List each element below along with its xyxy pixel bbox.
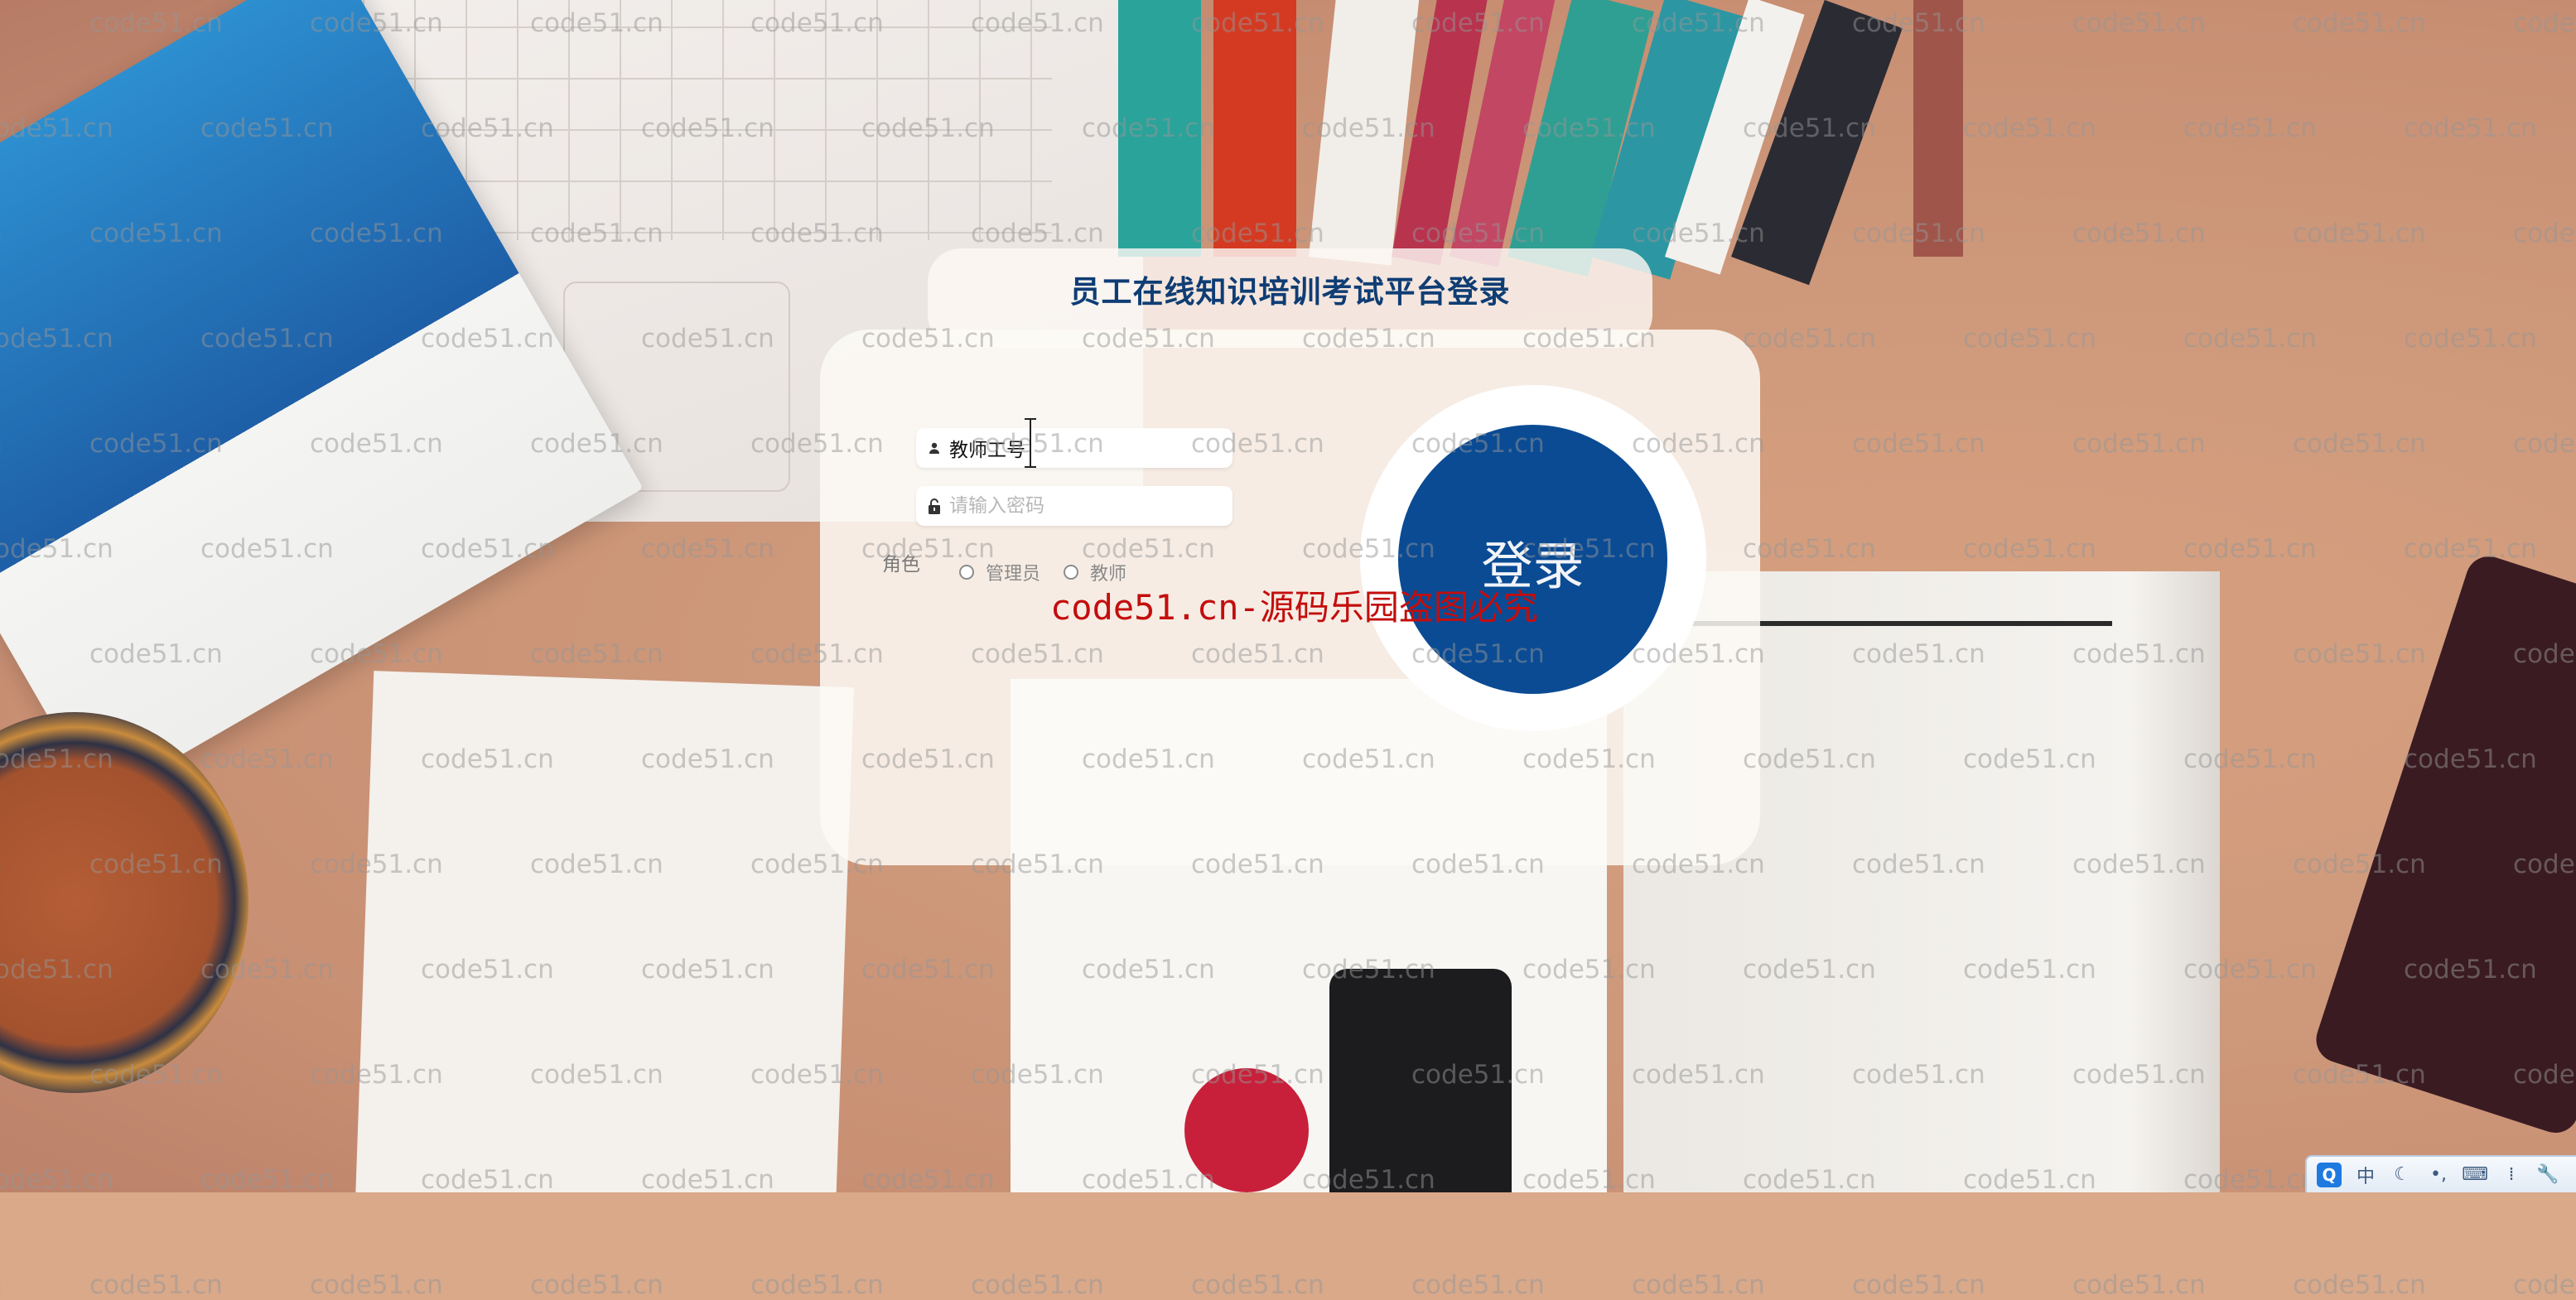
- watermark-text: code51.cn: [1411, 1270, 1545, 1300]
- role-option-label: 管理员: [986, 564, 1041, 585]
- text-cursor-icon: [1025, 418, 1036, 468]
- watermark-text: code51.cn: [2072, 1270, 2206, 1300]
- watermark-text: code51.cn: [0, 1270, 2, 1300]
- role-radio-admin[interactable]: 管理员: [959, 559, 1040, 585]
- voice-icon[interactable]: ⁞: [2499, 1163, 2524, 1187]
- radio-circle[interactable]: [959, 565, 974, 580]
- radio-circle[interactable]: [1064, 565, 1078, 580]
- password-input[interactable]: [949, 495, 1214, 517]
- ime-toolbar: Q 中 ☾ •, ⌨ ⁞ 🔧: [2305, 1155, 2576, 1192]
- copyright-watermark: code51.cn-源码乐园盗图必究: [1050, 587, 1538, 628]
- watermark-text: code51.cn: [530, 1270, 663, 1300]
- notebook-image: [355, 671, 854, 1192]
- watermark-text: code51.cn: [971, 1270, 1104, 1300]
- watermark-text: code51.cn: [1632, 1270, 1765, 1300]
- lock-icon: [919, 498, 949, 514]
- phone-image: [1329, 969, 1512, 1192]
- watermark-text: code51.cn: [1191, 1270, 1324, 1300]
- half-width-moon-icon[interactable]: ☾: [2390, 1163, 2414, 1187]
- user-icon: [919, 441, 949, 455]
- password-field[interactable]: [916, 486, 1233, 526]
- role-label: 角色: [882, 554, 920, 575]
- books-image: [1118, 0, 2178, 286]
- lg-logo-image: [1184, 1068, 1309, 1192]
- username-input[interactable]: [949, 437, 1214, 459]
- page-title: 员工在线知识培训考试平台登录: [1069, 273, 1511, 310]
- watermark-text: code51.cn: [2513, 1270, 2576, 1300]
- watermark-text: code51.cn: [750, 1270, 884, 1300]
- punctuation-icon[interactable]: •,: [2426, 1163, 2451, 1187]
- ime-logo-icon[interactable]: Q: [2317, 1162, 2342, 1187]
- watermark-text: code51.cn: [89, 1270, 223, 1300]
- watermark-text: code51.cn: [310, 1270, 443, 1300]
- watermark-text: code51.cn: [2293, 1270, 2426, 1300]
- settings-wrench-icon[interactable]: 🔧: [2535, 1163, 2560, 1187]
- chinese-mode-icon[interactable]: 中: [2353, 1163, 2378, 1187]
- keyboard-icon[interactable]: ⌨: [2462, 1163, 2488, 1187]
- username-field[interactable]: [916, 428, 1233, 468]
- watermark-text: code51.cn: [1852, 1270, 1985, 1300]
- login-button[interactable]: 登录: [1398, 425, 1667, 694]
